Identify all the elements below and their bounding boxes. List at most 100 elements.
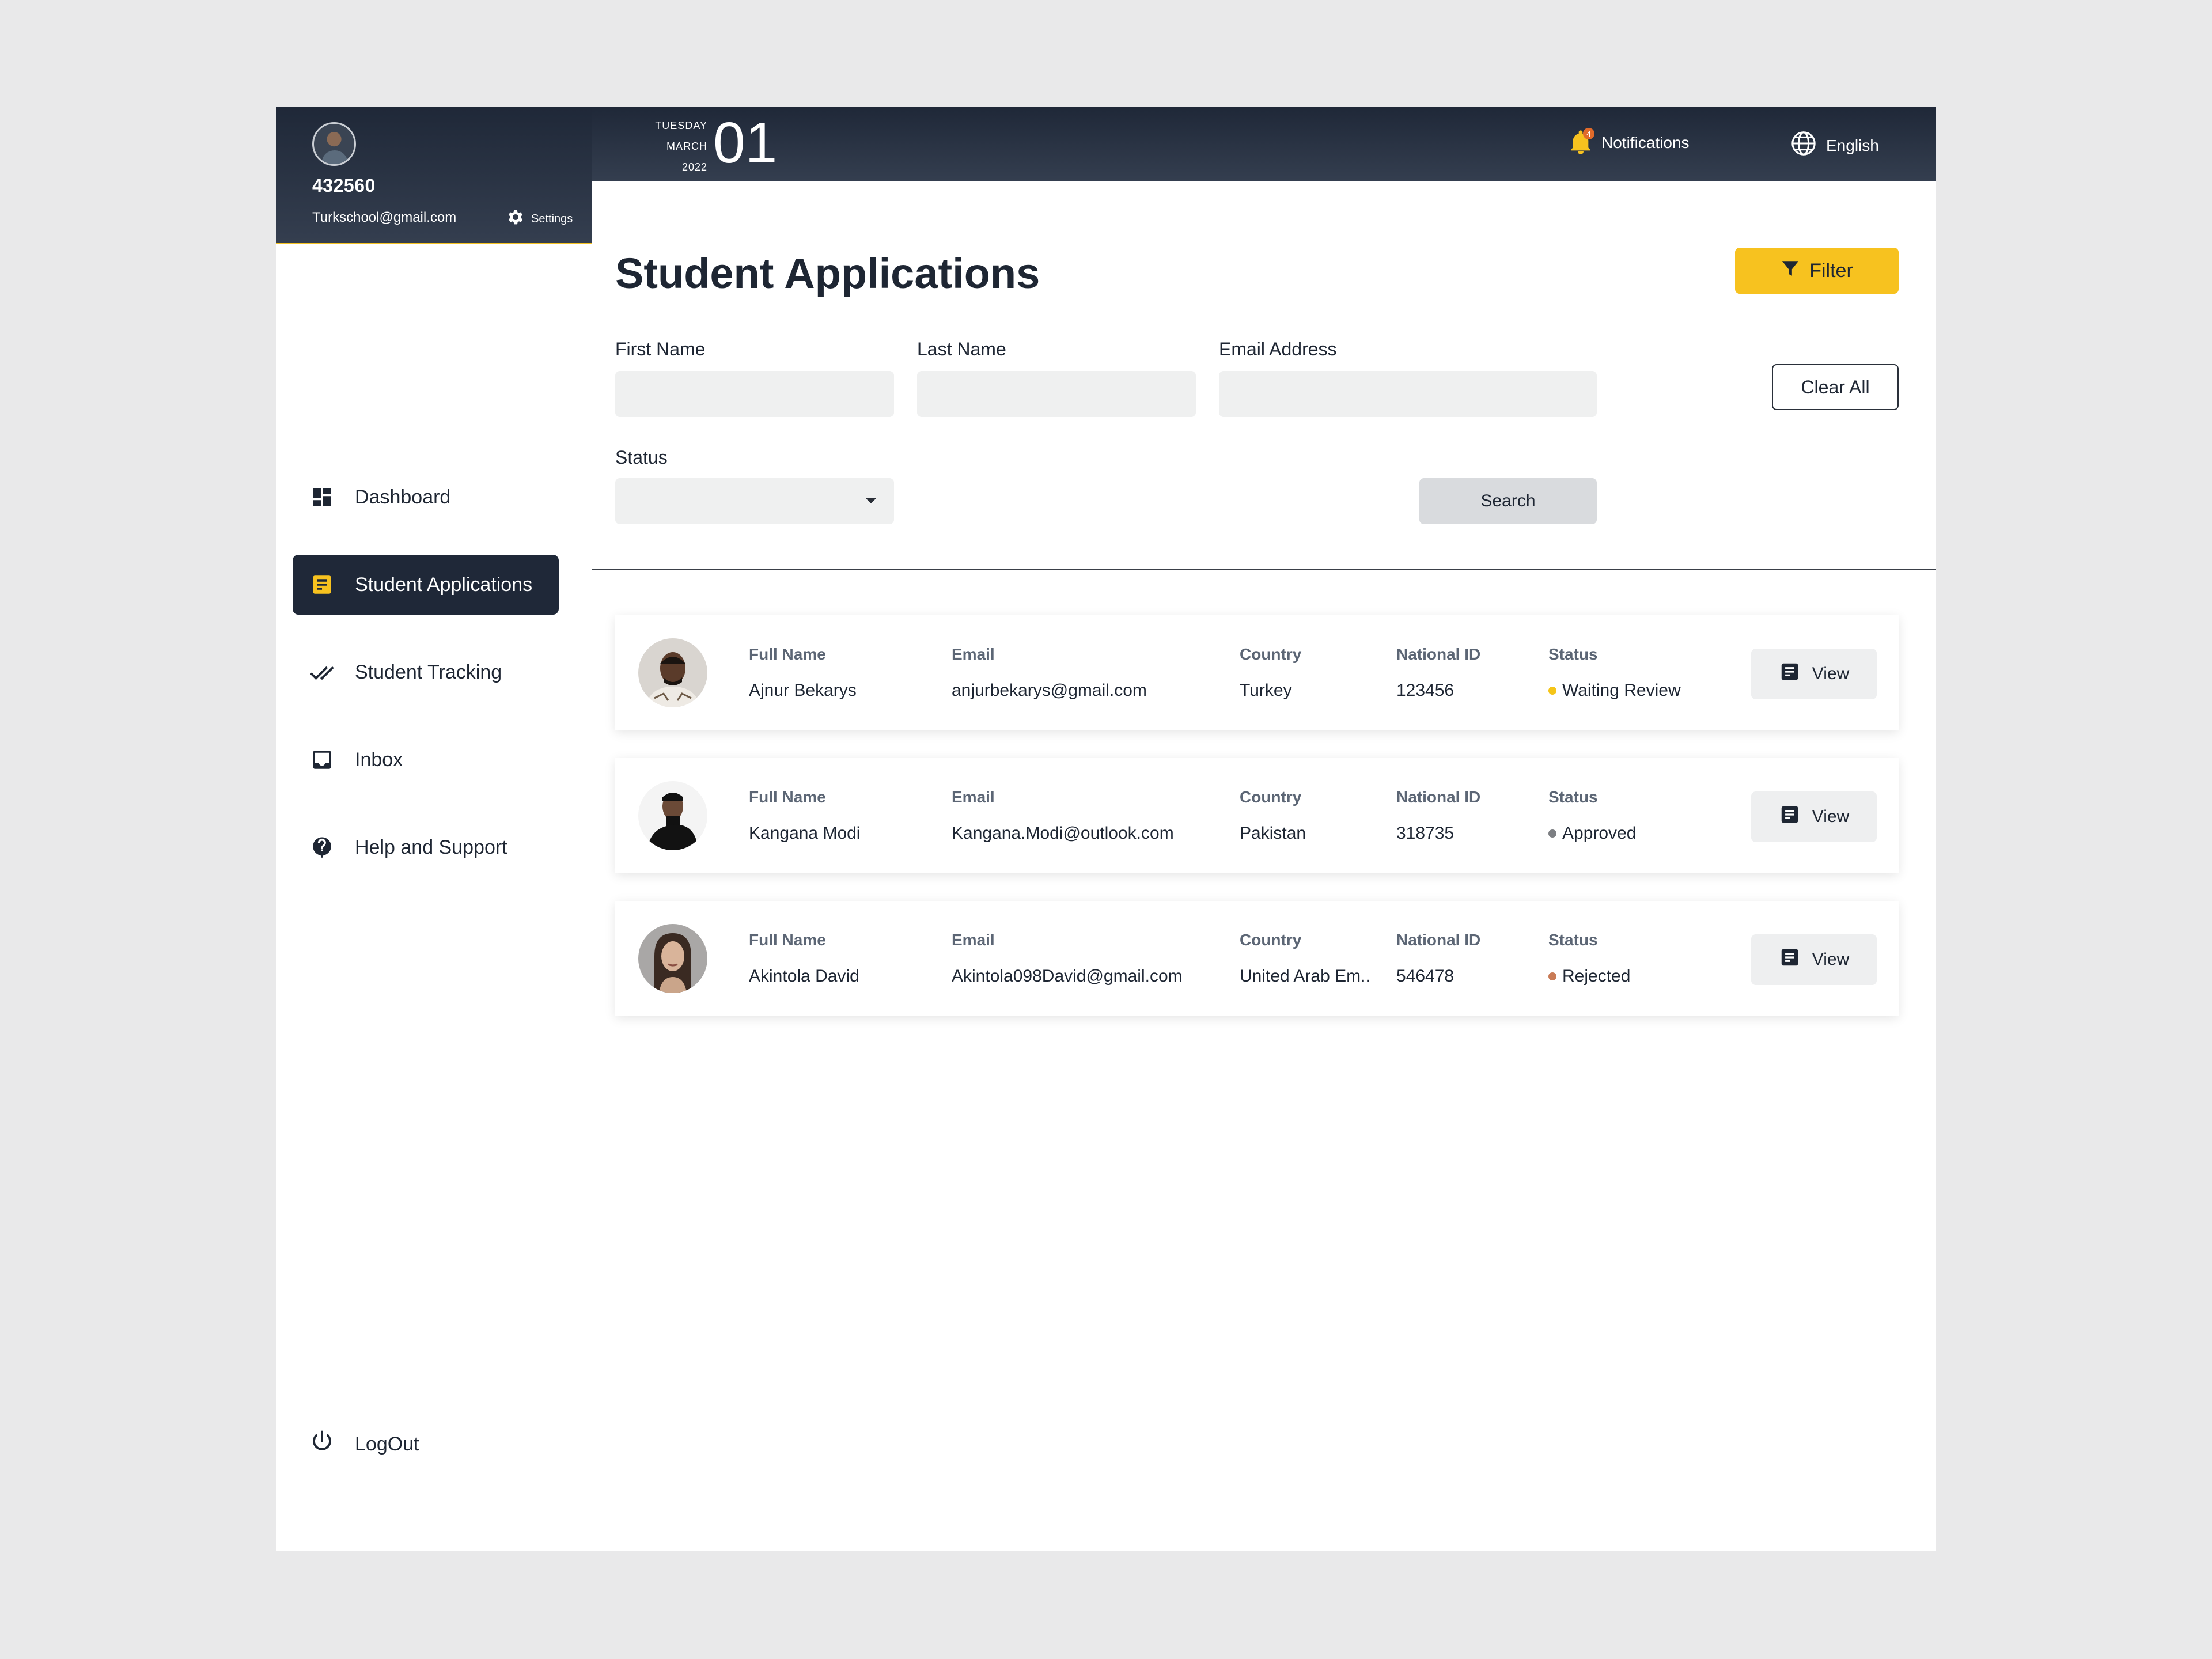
sidebar-item-help-and-support[interactable]: Help and Support: [293, 817, 559, 877]
inbox-icon: [310, 748, 334, 772]
view-button[interactable]: View: [1751, 791, 1877, 842]
date-details: TUESDAY MARCH 2022: [627, 115, 707, 177]
applicant-card: Full Name Ajnur Bekarys Email anjurbekar…: [615, 615, 1899, 730]
profile-panel: 432560 Turkschool@gmail.com Settings: [276, 107, 592, 244]
status-text: Waiting Review: [1562, 681, 1681, 700]
last-name-field[interactable]: [917, 371, 1196, 417]
applicant-card: Full Name Kangana Modi Email Kangana.Mod…: [615, 758, 1899, 873]
email-address-field[interactable]: [1219, 371, 1597, 417]
email-header: Email: [952, 788, 995, 806]
email-address-label: Email Address: [1219, 339, 1337, 359]
notification-count-badge: 4: [1583, 128, 1594, 139]
applicant-national-id: 318735: [1396, 824, 1455, 843]
country-header: Country: [1240, 788, 1302, 806]
status-header: Status: [1548, 931, 1598, 949]
sidebar-item-student-tracking[interactable]: Student Tracking: [293, 642, 559, 702]
national-id-header: National ID: [1396, 931, 1481, 949]
app-window: 432560 Turkschool@gmail.com Settings TUE…: [276, 107, 1936, 1551]
country-column: Country United Arab Em..: [1240, 931, 1370, 986]
status-text: Approved: [1562, 824, 1637, 843]
full-name-column: Full Name Kangana Modi: [749, 788, 860, 843]
notifications-button[interactable]: 4 Notifications: [1569, 128, 1690, 156]
logout-button[interactable]: LogOut: [310, 1430, 419, 1459]
applicant-photo: [638, 781, 707, 850]
double-check-icon: [310, 660, 334, 684]
language-label: English: [1826, 136, 1879, 154]
applicant-photo: [638, 638, 707, 707]
full-name-header: Full Name: [749, 788, 826, 806]
globe-icon: [1790, 130, 1817, 161]
user-avatar[interactable]: [312, 122, 356, 166]
day-number: 01: [713, 111, 778, 175]
year: 2022: [681, 161, 707, 173]
first-name-label: First Name: [615, 339, 706, 359]
status-column: Status Approved: [1548, 788, 1636, 843]
dashboard-icon: [310, 485, 334, 509]
email-header: Email: [952, 645, 995, 663]
status-header: Status: [1548, 645, 1598, 663]
bell-icon: 4: [1569, 128, 1594, 156]
national-id-column: National ID 318735: [1396, 788, 1480, 843]
sidebar-item-label: Student Applications: [355, 573, 533, 596]
help-icon: [310, 835, 334, 859]
applicant-national-id: 123456: [1396, 681, 1455, 700]
applicant-name: Kangana Modi: [749, 824, 861, 843]
email-column: Email Akintola098David@gmail.com: [952, 931, 1183, 986]
view-label: View: [1812, 950, 1850, 969]
country-header: Country: [1240, 645, 1302, 663]
view-button[interactable]: View: [1751, 649, 1877, 699]
settings-button[interactable]: Settings: [506, 207, 573, 230]
view-label: View: [1812, 807, 1850, 826]
full-name-column: Full Name Akintola David: [749, 931, 859, 986]
view-button[interactable]: View: [1751, 934, 1877, 985]
sidebar-item-label: Student Tracking: [355, 661, 502, 683]
user-id: 432560: [312, 175, 376, 196]
status-select[interactable]: [615, 478, 894, 524]
view-label: View: [1812, 664, 1850, 683]
status-header: Status: [1548, 788, 1598, 806]
power-icon: [310, 1430, 334, 1459]
filter-label: Filter: [1809, 259, 1853, 282]
sidebar-item-label: Dashboard: [355, 486, 451, 508]
caret-down-icon: [865, 498, 877, 503]
country-header: Country: [1240, 931, 1302, 949]
country-column: Country Pakistan: [1240, 788, 1306, 843]
national-id-header: National ID: [1396, 788, 1481, 806]
status-text: Rejected: [1562, 967, 1631, 986]
status-badge: Rejected: [1548, 967, 1630, 986]
document-icon: [1779, 946, 1801, 973]
applicant-card: Full Name Akintola David Email Akintola0…: [615, 901, 1899, 1016]
applicant-email: Akintola098David@gmail.com: [952, 967, 1183, 986]
filter-button[interactable]: Filter: [1735, 248, 1899, 294]
status-column: Status Rejected: [1548, 931, 1630, 986]
national-id-column: National ID 546478: [1396, 931, 1480, 986]
language-selector[interactable]: English: [1790, 130, 1879, 161]
applicant-photo: [638, 924, 707, 993]
first-name-field[interactable]: [615, 371, 894, 417]
national-id-column: National ID 123456: [1396, 645, 1480, 700]
full-name-header: Full Name: [749, 645, 826, 663]
sidebar-item-label: Inbox: [355, 748, 403, 771]
email-column: Email Kangana.Modi@outlook.com: [952, 788, 1174, 843]
applicant-email: anjurbekarys@gmail.com: [952, 681, 1147, 700]
sidebar-item-dashboard[interactable]: Dashboard: [293, 467, 559, 527]
status-badge: Approved: [1548, 824, 1636, 843]
status-column: Status Waiting Review: [1548, 645, 1681, 700]
status-dot: [1548, 687, 1556, 695]
search-button[interactable]: Search: [1419, 478, 1597, 524]
status-badge: Waiting Review: [1548, 681, 1681, 700]
section-divider: [592, 569, 1936, 570]
document-icon: [1779, 661, 1801, 687]
email-header: Email: [952, 931, 995, 949]
document-icon: [1779, 804, 1801, 830]
status-label: Status: [615, 447, 668, 468]
national-id-header: National ID: [1396, 645, 1481, 663]
applications-icon: [310, 573, 334, 597]
sidebar-item-inbox[interactable]: Inbox: [293, 730, 559, 790]
applicant-national-id: 546478: [1396, 967, 1455, 986]
user-email: Turkschool@gmail.com: [312, 210, 457, 225]
day-name: TUESDAY: [655, 120, 707, 131]
full-name-header: Full Name: [749, 931, 826, 949]
sidebar-item-student-applications[interactable]: Student Applications: [293, 555, 559, 615]
clear-all-button[interactable]: Clear All: [1772, 364, 1899, 410]
